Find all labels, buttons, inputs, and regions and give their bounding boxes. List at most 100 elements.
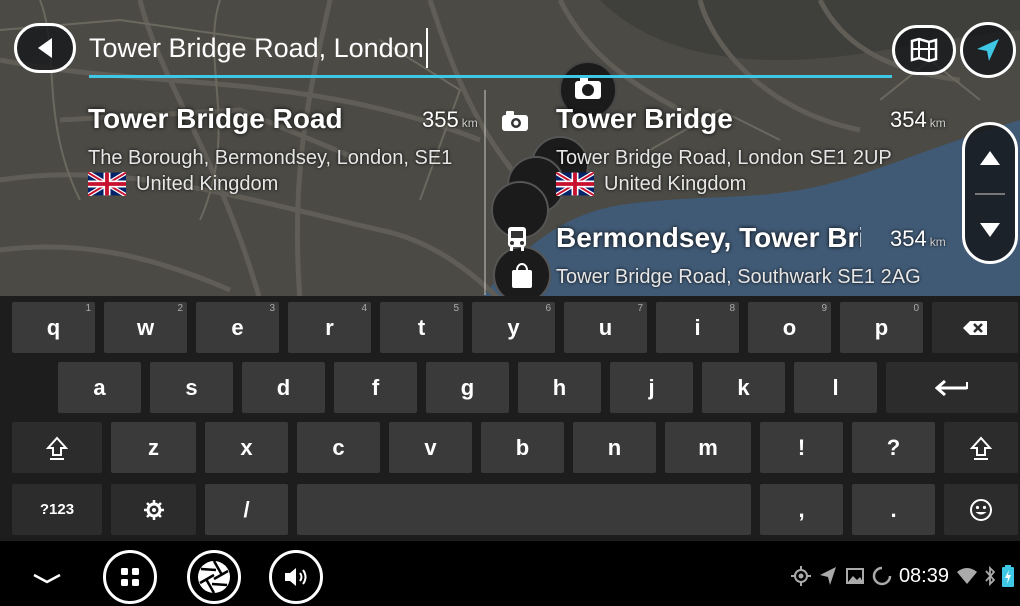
key-i[interactable]: i8: [656, 302, 739, 353]
key-label: v: [424, 434, 437, 460]
key-n[interactable]: n: [573, 422, 656, 473]
shift-icon: [46, 436, 68, 460]
result-country: United Kingdom: [556, 171, 951, 197]
key-slash[interactable]: /: [205, 484, 288, 535]
speaker-icon: [285, 568, 307, 586]
search-result-poi[interactable]: Tower Bridge 354 km Tower Bridge Road, Lo…: [556, 103, 951, 213]
aperture-icon: [198, 560, 230, 594]
key-q[interactable]: q1: [12, 302, 95, 353]
country-name: United Kingdom: [604, 173, 747, 195]
map-view-button[interactable]: [892, 25, 956, 75]
symbols-key[interactable]: ?123: [12, 484, 102, 535]
key-z[interactable]: z: [111, 422, 196, 473]
enter-key[interactable]: [886, 362, 1018, 413]
shift-key-right[interactable]: [944, 422, 1018, 473]
key-label: k: [737, 374, 750, 400]
key-label: o: [782, 314, 797, 340]
result-distance: 354 km: [890, 226, 946, 252]
country-name: United Kingdom: [136, 173, 279, 195]
key-label: c: [332, 434, 345, 460]
arrow-left-icon: [38, 38, 52, 58]
key-p[interactable]: p0: [840, 302, 923, 353]
key-f[interactable]: f: [334, 362, 417, 413]
search-query: Tower Bridge Road, London: [89, 33, 424, 63]
back-button[interactable]: [14, 23, 76, 73]
key-period[interactable]: .: [852, 484, 935, 535]
shift-key-left[interactable]: [12, 422, 102, 473]
emoji-key[interactable]: [944, 484, 1018, 535]
wifi-icon: [957, 568, 977, 584]
key-b[interactable]: b: [481, 422, 564, 473]
apps-button[interactable]: [103, 550, 157, 604]
key-g[interactable]: g: [426, 362, 509, 413]
key-label: f: [371, 374, 380, 400]
scroll-down-button[interactable]: [965, 199, 1015, 261]
key-hint: 3: [269, 303, 275, 314]
map-icon: [910, 37, 938, 63]
result-country: United Kingdom: [88, 171, 478, 197]
key-o[interactable]: o9: [748, 302, 831, 353]
key-v[interactable]: v: [389, 422, 472, 473]
search-result-stop[interactable]: Bermondsey, Tower Bridge 354km Tower Bri…: [556, 222, 951, 294]
results-divider: [484, 90, 486, 295]
space-key[interactable]: [297, 484, 751, 535]
key-label: d: [276, 374, 291, 400]
key-s[interactable]: s: [150, 362, 233, 413]
key-hint: 2: [177, 303, 183, 314]
key-label: x: [240, 434, 253, 460]
key-hint: 4: [361, 303, 367, 314]
key-u[interactable]: u7: [564, 302, 647, 353]
navigation-button[interactable]: [960, 22, 1016, 78]
key-m[interactable]: m: [665, 422, 751, 473]
uk-flag-icon: [556, 172, 594, 196]
key-y[interactable]: y6: [472, 302, 555, 353]
key-label: /: [243, 496, 250, 522]
key-l[interactable]: l: [794, 362, 877, 413]
key-hint: 6: [545, 303, 551, 314]
enter-arrow-icon: [935, 379, 968, 396]
onscreen-keyboard: q1 w2 e3 r4 t5 y6 u7 i8 o9 p0 a s d f g …: [0, 296, 1020, 541]
key-label: n: [607, 434, 622, 460]
chevron-down-icon: [980, 223, 1000, 237]
image-icon: [845, 568, 864, 584]
search-result-street[interactable]: Tower Bridge Road 355 km The Borough, Ber…: [88, 103, 478, 213]
key-label: j: [648, 374, 655, 400]
result-address: Tower Bridge Road, London SE1 2UP: [556, 147, 892, 169]
key-k[interactable]: k: [702, 362, 785, 413]
backspace-key[interactable]: [932, 302, 1018, 353]
key-t[interactable]: t5: [380, 302, 463, 353]
key-r[interactable]: r4: [288, 302, 371, 353]
volume-button[interactable]: [269, 550, 323, 604]
bus-icon: [502, 224, 532, 254]
chevron-down-icon[interactable]: [32, 571, 62, 585]
chevron-up-icon: [980, 151, 1000, 165]
settings-key[interactable]: [111, 484, 196, 535]
key-x[interactable]: x: [205, 422, 288, 473]
key-label: ?123: [39, 501, 75, 518]
result-title: Tower Bridge Road: [88, 103, 343, 134]
scroll-up-button[interactable]: [965, 127, 1015, 189]
key-w[interactable]: w2: [104, 302, 187, 353]
distance-value: 355: [422, 107, 459, 132]
key-exclamation[interactable]: !: [760, 422, 843, 473]
key-j[interactable]: j: [610, 362, 693, 413]
key-question[interactable]: ?: [852, 422, 935, 473]
key-h[interactable]: h: [518, 362, 601, 413]
key-label: q: [46, 314, 61, 340]
key-d[interactable]: d: [242, 362, 325, 413]
key-label: u: [598, 314, 613, 340]
bluetooth-icon: [985, 566, 995, 586]
key-e[interactable]: e3: [196, 302, 279, 353]
distance-value: 354: [890, 107, 927, 132]
search-input[interactable]: Tower Bridge Road, London: [89, 26, 879, 70]
key-hint: 9: [821, 303, 827, 314]
key-comma[interactable]: ,: [760, 484, 843, 535]
key-c[interactable]: c: [297, 422, 380, 473]
key-a[interactable]: a: [58, 362, 141, 413]
camera-icon: [500, 106, 530, 136]
key-label: m: [698, 434, 718, 460]
key-hint: 8: [729, 303, 735, 314]
distance-value: 354: [890, 226, 927, 251]
key-label: .: [890, 496, 897, 522]
home-button[interactable]: [187, 550, 241, 604]
